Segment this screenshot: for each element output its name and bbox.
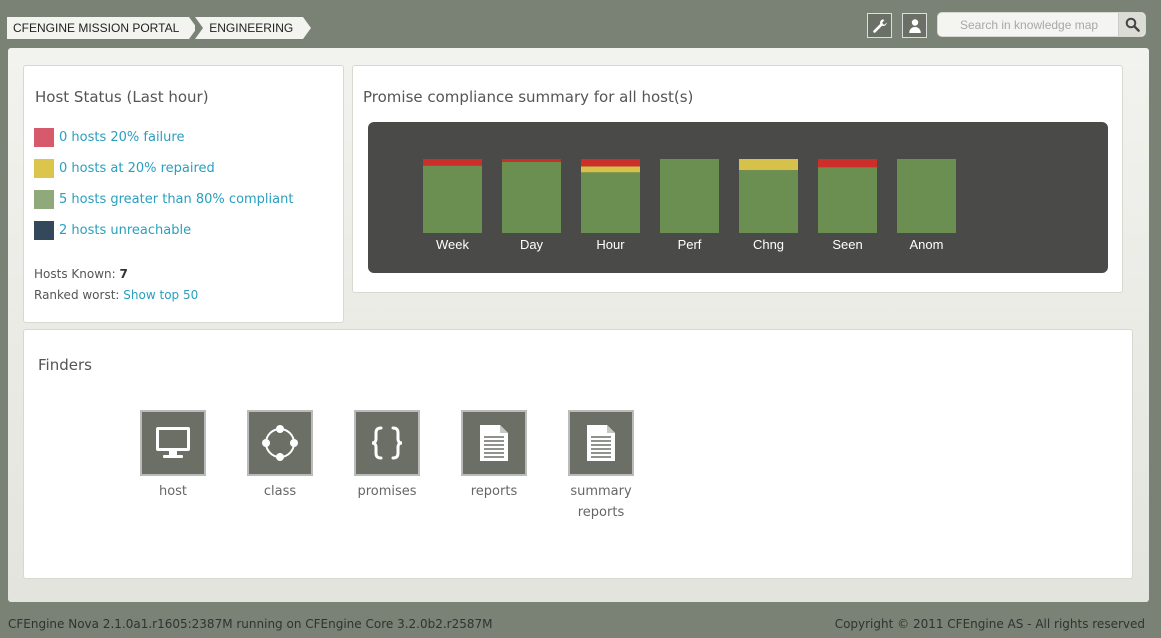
legend-failure[interactable]: 0 hosts 20% failure <box>34 128 184 147</box>
finder-class-label: class <box>263 484 297 499</box>
bar-day-seg-2 <box>502 159 561 162</box>
braces-icon <box>371 426 403 460</box>
host-tile[interactable] <box>140 410 206 476</box>
reports-tile[interactable] <box>461 410 527 476</box>
bar-hour-seg-0 <box>581 172 640 233</box>
document-icon <box>587 425 615 461</box>
hosts-known-label: Hosts Known: <box>34 267 116 281</box>
monitor-icon <box>156 427 190 458</box>
user-icon <box>908 18 921 33</box>
legend-repaired[interactable]: 0 hosts at 20% repaired <box>34 159 215 178</box>
bar-hour-seg-2 <box>581 159 640 167</box>
tools-button[interactable] <box>867 13 892 38</box>
bar-label-seen: Seen <box>832 237 862 252</box>
unreachable-swatch <box>34 221 54 240</box>
show-top-50-link[interactable]: Show top 50 <box>123 288 198 302</box>
bar-label-week: Week <box>436 237 469 252</box>
breadcrumb-mission-portal[interactable]: CFENGINE MISSION PORTAL <box>7 17 198 39</box>
compliance-chart: Week Day Hour Perf Chng Seen Anom <box>368 122 1108 273</box>
compliant-swatch <box>34 190 54 209</box>
bar-chng-seg-0 <box>739 170 798 233</box>
bar-seen-seg-2 <box>818 159 877 168</box>
finder-promises[interactable]: promises <box>342 410 432 502</box>
bar-perf-seg-0 <box>660 159 719 233</box>
bar-week-seg-0 <box>423 165 482 233</box>
hosts-known: Hosts Known: 7 <box>34 267 128 281</box>
bar-day-seg-0 <box>502 161 561 233</box>
ranked-worst-label: Ranked worst: <box>34 288 120 302</box>
finder-host[interactable]: host <box>128 410 218 502</box>
compliance-card: Promise compliance summary for all host(… <box>352 65 1123 293</box>
bar-label-anom: Anom <box>910 237 944 252</box>
finder-reports-label: reports <box>470 484 518 499</box>
repaired-link[interactable]: 0 hosts at 20% repaired <box>59 161 215 176</box>
compliance-chart-svg: Week Day Hour Perf Chng Seen Anom <box>423 159 956 252</box>
repaired-swatch <box>34 159 54 178</box>
bar-label-chng: Chng <box>753 237 784 252</box>
summary-reports-tile[interactable] <box>568 410 634 476</box>
breadcrumb-engineering[interactable]: ENGINEERING <box>195 17 312 39</box>
class-circle-icon <box>262 425 298 461</box>
host-status-card: Host Status (Last hour) 0 hosts 20% fail… <box>23 65 344 323</box>
finder-class[interactable]: class <box>235 410 325 502</box>
bar-week-seg-2 <box>423 159 482 166</box>
copyright-footer: Copyright © 2011 CFEngine AS - All right… <box>834 617 1145 631</box>
host-status-title: Host Status (Last hour) <box>35 88 209 106</box>
bar-chng-seg-1 <box>739 159 798 171</box>
bar-hour-seg-1 <box>581 166 640 173</box>
finder-reports[interactable]: reports <box>449 410 539 502</box>
finder-promises-label: promises <box>357 484 417 499</box>
legend-unreachable[interactable]: 2 hosts unreachable <box>34 221 191 240</box>
bar-anom-seg-0 <box>897 159 956 233</box>
hosts-known-value: 7 <box>119 267 128 281</box>
search-button[interactable] <box>1118 13 1145 36</box>
finder-summary-reports-label: summary reports <box>570 484 632 520</box>
finders-title: Finders <box>38 356 92 374</box>
failure-link[interactable]: 0 hosts 20% failure <box>59 130 184 145</box>
main-panel: Host Status (Last hour) 0 hosts 20% fail… <box>8 48 1149 602</box>
legend-compliant[interactable]: 5 hosts greater than 80% compliant <box>34 190 293 209</box>
finder-summary-reports[interactable]: summary reports <box>556 410 646 523</box>
bar-label-hour: Hour <box>596 237 625 252</box>
bar-label-day: Day <box>520 237 544 252</box>
search-icon <box>1125 17 1140 32</box>
user-button[interactable] <box>902 13 927 38</box>
ranked-worst: Ranked worst: Show top 50 <box>34 288 198 302</box>
knowledge-search <box>937 12 1146 37</box>
bar-seen-seg-0 <box>818 167 877 233</box>
finder-host-label: host <box>158 484 188 499</box>
breadcrumb: CFENGINE MISSION PORTAL ENGINEERING <box>7 17 312 39</box>
document-icon <box>480 425 508 461</box>
failure-swatch <box>34 128 54 147</box>
compliance-title: Promise compliance summary for all host(… <box>363 88 694 106</box>
search-input[interactable] <box>938 14 1118 35</box>
unreachable-link[interactable]: 2 hosts unreachable <box>59 223 191 238</box>
wrench-icon <box>872 18 887 33</box>
compliant-link[interactable]: 5 hosts greater than 80% compliant <box>59 192 293 207</box>
class-tile[interactable] <box>247 410 313 476</box>
version-footer: CFEngine Nova 2.1.0a1.r1605:2387M runnin… <box>8 617 493 631</box>
promises-tile[interactable] <box>354 410 420 476</box>
bar-label-perf: Perf <box>678 237 702 252</box>
finders-card: Finders host class promises reports summ… <box>23 329 1133 579</box>
